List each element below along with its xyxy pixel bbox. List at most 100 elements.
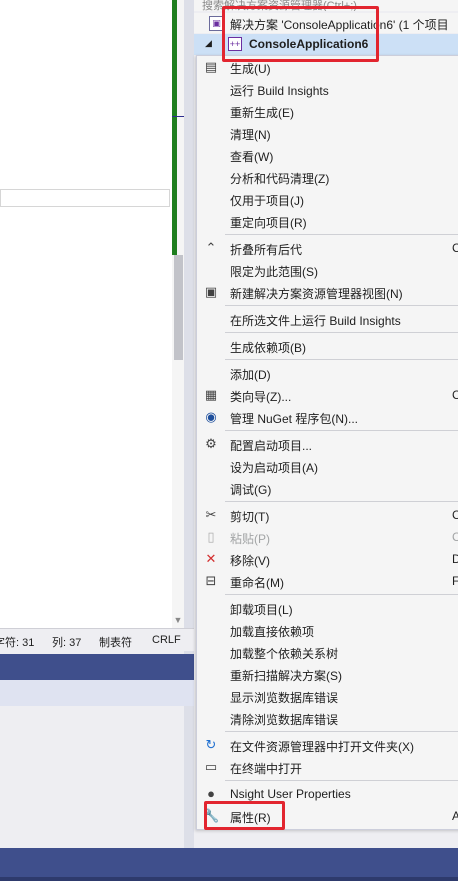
menu-item-24[interactable]: 加载直接依赖项 xyxy=(197,619,458,641)
menu-item-16[interactable]: ⚙ 配置启动项目... xyxy=(197,433,458,455)
menu-item-6[interactable]: 仅用于项目(J) xyxy=(197,188,458,210)
menu-item-1[interactable]: 运行 Build Insights xyxy=(197,78,458,100)
change-indicator-bar xyxy=(172,0,177,255)
menu-item-label: 在所选文件上运行 Build Insights xyxy=(230,314,401,328)
menu-item-7[interactable]: 重定向项目(R) xyxy=(197,210,458,232)
menu-item-label: 分析和代码清理(Z) xyxy=(230,172,330,186)
menu-item-label: Nsight User Properties xyxy=(230,787,351,801)
menu-item-3[interactable]: 清理(N) xyxy=(197,122,458,144)
scissors-icon: ✂ xyxy=(205,507,217,522)
menu-item-label: 配置启动项目... xyxy=(230,439,313,453)
gear-icon: ⚙ xyxy=(205,436,217,451)
bottom-status-edge xyxy=(0,877,458,881)
menu-item-label: 在终端中打开 xyxy=(230,762,303,776)
build-icon: ▤ xyxy=(204,59,218,74)
menu-item-29[interactable]: ↻ 在文件资源管理器中打开文件夹(X) xyxy=(197,734,458,756)
menu-item-25[interactable]: 加载整个依赖关系树 xyxy=(197,641,458,663)
menu-separator xyxy=(225,305,458,306)
menu-item-label: 重新生成(E) xyxy=(230,106,294,120)
menu-item-12[interactable]: 生成依赖项(B) xyxy=(197,335,458,357)
menu-item-11[interactable]: 在所选文件上运行 Build Insights xyxy=(197,308,458,330)
menu-item-label: 重命名(M) xyxy=(230,576,284,590)
menu-item-20[interactable]: ▯ 粘贴(P) C xyxy=(197,526,458,548)
terminal-icon: ▭ xyxy=(204,759,218,774)
open-folder-icon: ↻ xyxy=(205,737,217,752)
menu-item-15[interactable]: ◉ 管理 NuGet 程序包(N)... xyxy=(197,406,458,428)
menu-item-label: 清除浏览数据库错误 xyxy=(230,713,339,727)
menu-item-17[interactable]: 设为启动项目(A) xyxy=(197,455,458,477)
scrollbar-thumb[interactable] xyxy=(174,255,183,360)
panel-splitter[interactable] xyxy=(184,0,194,881)
menu-item-22[interactable]: ⊟ 重命名(M) F xyxy=(197,570,458,592)
editor-status-bar: 字符: 31 列: 37 制表符 CRLF xyxy=(0,628,194,651)
scroll-down-icon[interactable]: ▼ xyxy=(173,614,183,626)
menu-item-label: 粘贴(P) xyxy=(230,532,270,546)
menu-item-10[interactable]: ▣ 新建解决方案资源管理器视图(N) xyxy=(197,281,458,303)
menu-separator xyxy=(225,594,458,595)
status-char: 字符: 31 xyxy=(0,637,35,649)
menu-item-2[interactable]: 重新生成(E) xyxy=(197,100,458,122)
menu-item-label: 加载整个依赖关系树 xyxy=(230,647,339,661)
rename-icon: ⊟ xyxy=(205,573,217,588)
collapse-icon: ⌃ xyxy=(205,240,217,255)
menu-item-23[interactable]: 卸载项目(L) xyxy=(197,597,458,619)
menu-item-9[interactable]: 限定为此范围(S) xyxy=(197,259,458,281)
editor-input-strip[interactable] xyxy=(0,189,170,207)
menu-item-shortcut: C xyxy=(452,508,458,522)
menu-item-8[interactable]: ⌃ 折叠所有后代 C xyxy=(197,237,458,259)
menu-item-label: 折叠所有后代 xyxy=(230,243,303,257)
menu-item-5[interactable]: 分析和代码清理(Z) xyxy=(197,166,458,188)
menu-item-label: 限定为此范围(S) xyxy=(230,265,318,279)
menu-item-18[interactable]: 调试(G) xyxy=(197,477,458,499)
menu-item-14[interactable]: ▦ 类向导(Z)... C xyxy=(197,384,458,406)
menu-item-21[interactable]: ✕ 移除(V) D xyxy=(197,548,458,570)
new-view-icon: ▣ xyxy=(204,284,218,299)
menu-item-label: 新建解决方案资源管理器视图(N) xyxy=(230,287,403,301)
menu-item-shortcut: C xyxy=(452,530,458,544)
menu-item-label: 在文件资源管理器中打开文件夹(X) xyxy=(230,740,414,754)
menu-item-label: 设为启动项目(A) xyxy=(230,461,318,475)
highlight-box-properties xyxy=(204,801,285,830)
highlight-box-project xyxy=(222,6,379,62)
menu-item-28[interactable]: 清除浏览数据库错误 xyxy=(197,707,458,729)
menu-item-label: 调试(G) xyxy=(230,483,272,497)
menu-item-label: 类向导(Z)... xyxy=(230,390,292,404)
menu-item-4[interactable]: 查看(W) xyxy=(197,144,458,166)
menu-item-shortcut: C xyxy=(452,388,458,402)
menu-item-label: 剪切(T) xyxy=(230,510,270,524)
menu-item-label: 仅用于项目(J) xyxy=(230,194,304,208)
nsight-icon: ● xyxy=(207,786,215,801)
menu-item-shortcut: C xyxy=(452,241,458,255)
context-menu: ▤ 生成(U) 运行 Build Insights 重新生成(E) 清理(N) 查看(W)… xyxy=(196,55,458,830)
menu-item-27[interactable]: 显示浏览数据库错误 xyxy=(197,685,458,707)
status-col: 列: 37 xyxy=(52,637,82,649)
menu-item-label: 生成(U) xyxy=(230,62,271,76)
menu-item-label: 重新扫描解决方案(S) xyxy=(230,669,342,683)
status-tab: 制表符 xyxy=(99,637,132,649)
menu-item-label: 运行 Build Insights xyxy=(230,84,329,98)
menu-separator xyxy=(225,332,458,333)
expand-arrow-icon[interactable]: ◢ xyxy=(205,38,212,49)
menu-separator xyxy=(225,234,458,235)
menu-item-label: 加载直接依赖项 xyxy=(230,625,315,639)
menu-separator xyxy=(225,731,458,732)
menu-item-label: 卸载项目(L) xyxy=(230,603,293,617)
menu-item-19[interactable]: ✂ 剪切(T) C xyxy=(197,504,458,526)
status-eol: CRLF xyxy=(152,634,181,646)
menu-separator xyxy=(225,359,458,360)
menu-item-label: 清理(N) xyxy=(230,128,271,142)
menu-item-label: 移除(V) xyxy=(230,554,270,568)
code-editor[interactable] xyxy=(0,0,172,628)
menu-separator xyxy=(225,780,458,781)
menu-item-30[interactable]: ▭ 在终端中打开 xyxy=(197,756,458,778)
menu-separator xyxy=(225,430,458,431)
menu-item-label: 重定向项目(R) xyxy=(230,216,307,230)
paste-icon: ▯ xyxy=(207,529,215,544)
menu-item-13[interactable]: 添加(D) xyxy=(197,362,458,384)
menu-item-26[interactable]: 重新扫描解决方案(S) xyxy=(197,663,458,685)
menu-item-shortcut: A xyxy=(452,809,458,823)
menu-item-shortcut: D xyxy=(452,552,458,566)
remove-icon: ✕ xyxy=(205,551,217,566)
menu-item-shortcut: F xyxy=(452,574,458,588)
panel-header-bar xyxy=(0,654,194,680)
